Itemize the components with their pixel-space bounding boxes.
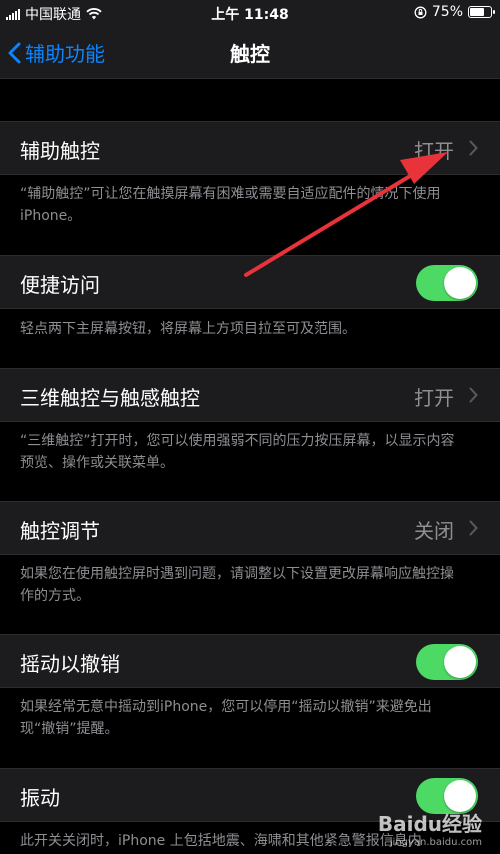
shake-to-undo-row: 摇动以撤销 — [0, 634, 500, 688]
row-label: 三维触控与触感触控 — [20, 386, 200, 410]
chevron-right-icon — [469, 520, 478, 536]
status-bar: 中国联通 上午 11:48 75% — [0, 0, 500, 26]
assistive-touch-footer: “辅助触控”可让您在触摸屏幕有困难或需要自适应配件的情况下使用 iPhone。 — [20, 186, 441, 224]
toggle-knob — [444, 267, 476, 299]
row-detail: 打开 — [414, 386, 454, 410]
watermark-logo: Baidu经验 — [377, 812, 482, 836]
row-label: 辅助触控 — [20, 139, 100, 163]
row-label: 便捷访问 — [20, 273, 100, 297]
reachability-footer: 轻点两下主屏幕按钮，将屏幕上方项目拉至可及范围。 — [20, 321, 356, 337]
3d-touch-footer: “三维触控”打开时，您可以使用强弱不同的压力按压屏幕，以显示内容预览、操作或关联… — [20, 433, 455, 471]
reachability-row: 便捷访问 — [0, 255, 500, 309]
watermark: Baidu经验 jingyan.baidu.com — [378, 808, 482, 848]
row-detail: 关闭 — [414, 519, 454, 543]
reachability-toggle[interactable] — [416, 265, 478, 301]
chevron-right-icon — [469, 140, 478, 156]
row-detail: 打开 — [414, 139, 454, 163]
3d-touch-row[interactable]: 三维触控与触感触控 打开 — [0, 368, 500, 422]
row-label: 触控调节 — [20, 519, 100, 543]
toggle-knob — [444, 646, 476, 678]
touch-accommodations-footer: 如果您在使用触控屏时遇到问题，请调整以下设置更改屏幕响应触控操作的方式。 — [20, 566, 454, 604]
battery-percent: 75% — [431, 4, 463, 20]
chevron-right-icon — [469, 387, 478, 403]
row-label: 摇动以撤销 — [20, 652, 120, 676]
orientation-lock-icon — [414, 6, 427, 18]
assistive-touch-row[interactable]: 辅助触控 打开 — [0, 121, 500, 175]
nav-bar: 辅助功能 触控 — [0, 26, 500, 79]
row-label: 振动 — [20, 786, 60, 810]
shake-to-undo-toggle[interactable] — [416, 644, 478, 680]
watermark-url: jingyan.baidu.com — [389, 837, 482, 848]
shake-to-undo-footer: 如果经常无意中摇动到iPhone，您可以停用“摇动以撤销”来避免出现“撤销”提醒… — [20, 699, 432, 737]
status-right: 75% — [414, 4, 495, 20]
page-title: 触控 — [230, 42, 270, 66]
touch-accommodations-row[interactable]: 触控调节 关闭 — [0, 501, 500, 555]
battery-icon — [468, 6, 495, 18]
